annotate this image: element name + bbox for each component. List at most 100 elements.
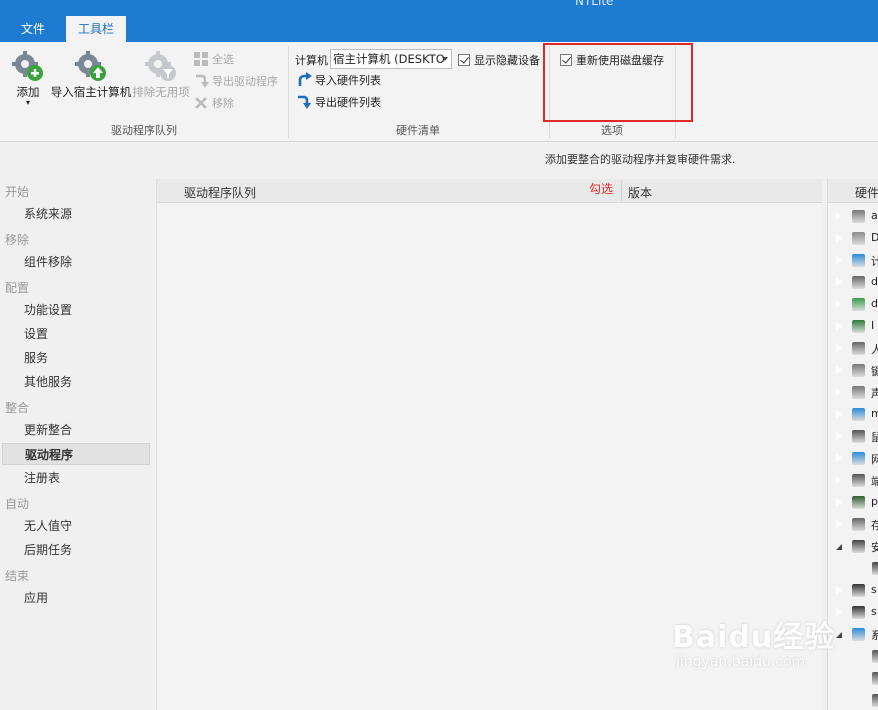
nav-item-component-removal[interactable]: 组件移除 bbox=[2, 251, 150, 273]
column-header-version[interactable]: 版本 bbox=[628, 184, 652, 201]
gear-add-icon bbox=[12, 51, 43, 81]
tab-toolbar[interactable]: 工具栏 bbox=[66, 16, 126, 42]
select-all-button[interactable]: 全选 bbox=[193, 51, 234, 67]
tree-row[interactable] bbox=[828, 646, 878, 668]
expand-arrow-icon[interactable] bbox=[835, 607, 842, 617]
hid-icon bbox=[852, 342, 865, 355]
tree-row-label: s bbox=[871, 605, 877, 618]
expand-arrow-icon[interactable] bbox=[835, 431, 842, 441]
tree-row-label: s bbox=[871, 583, 877, 596]
mouse-icon bbox=[852, 430, 865, 443]
expand-arrow-icon[interactable] bbox=[835, 387, 842, 397]
tree-row-label: d bbox=[871, 275, 878, 288]
software-device-icon bbox=[852, 606, 865, 619]
collapse-arrow-icon[interactable] bbox=[836, 632, 842, 638]
export-arrow-icon bbox=[196, 74, 209, 88]
tree-row[interactable]: 存 bbox=[828, 514, 878, 536]
expand-arrow-icon[interactable] bbox=[835, 299, 842, 309]
expand-arrow-icon[interactable] bbox=[835, 365, 842, 375]
import-host-button[interactable]: 导入宿主计算机 bbox=[50, 50, 132, 100]
tree-row-label: a bbox=[871, 209, 878, 222]
tree-row[interactable]: m bbox=[828, 404, 878, 426]
expand-arrow-icon[interactable] bbox=[835, 255, 842, 265]
nav-item-drivers[interactable]: 驱动程序 bbox=[2, 443, 150, 465]
group-title-options: 选项 bbox=[601, 124, 623, 137]
expand-arrow-icon[interactable] bbox=[835, 585, 842, 595]
expand-arrow-icon[interactable] bbox=[835, 475, 842, 485]
group-title-hardware-list: 硬件清单 bbox=[396, 124, 440, 137]
tree-row-label: 系 bbox=[871, 627, 878, 643]
tree-row-label: 键 bbox=[871, 363, 878, 379]
exclude-unused-button[interactable]: 排除无用项 bbox=[132, 50, 190, 100]
tree-row[interactable]: 鼠 bbox=[828, 426, 878, 448]
nav-item-apply[interactable]: 应用 bbox=[2, 587, 150, 609]
tree-row[interactable] bbox=[828, 668, 878, 690]
tree-row[interactable] bbox=[828, 690, 878, 710]
remove-button[interactable]: 移除 bbox=[193, 95, 234, 111]
expand-arrow-icon[interactable] bbox=[835, 497, 842, 507]
tree-row[interactable]: 端 bbox=[828, 470, 878, 492]
expand-arrow-icon[interactable] bbox=[835, 321, 842, 331]
tree-row[interactable]: 键 bbox=[828, 360, 878, 382]
tree-row[interactable]: d bbox=[828, 294, 878, 316]
expand-arrow-icon[interactable] bbox=[835, 277, 842, 287]
info-text: 添加要整合的驱动程序并复审硬件需求. bbox=[545, 153, 736, 166]
tree-row[interactable]: 人 bbox=[828, 338, 878, 360]
expand-arrow-icon[interactable] bbox=[835, 409, 842, 419]
nav-section-remove: 移除 bbox=[5, 233, 30, 247]
tree-row[interactable]: 声 bbox=[828, 382, 878, 404]
tree-row[interactable]: s bbox=[828, 580, 878, 602]
tree-row[interactable]: s bbox=[828, 602, 878, 624]
add-button[interactable]: 添加 ▾ bbox=[8, 50, 48, 107]
tree-row[interactable]: d bbox=[828, 272, 878, 294]
tree-header: 硬件 bbox=[828, 179, 878, 203]
nav-item-system-source[interactable]: 系统来源 bbox=[2, 203, 150, 225]
tree-row[interactable]: 网 bbox=[828, 448, 878, 470]
tree-row[interactable] bbox=[828, 558, 878, 580]
column-header-queue[interactable]: 驱动程序队列 bbox=[184, 184, 256, 201]
expand-arrow-icon[interactable] bbox=[835, 211, 842, 221]
tree-row[interactable]: 系 bbox=[828, 624, 878, 646]
monitor-icon bbox=[852, 254, 865, 267]
tree-row-label: 安 bbox=[871, 539, 878, 555]
tree-row[interactable]: 安 bbox=[828, 536, 878, 558]
audio-icon bbox=[852, 386, 865, 399]
nav-item-settings[interactable]: 设置 bbox=[2, 323, 150, 345]
monitor-icon bbox=[852, 408, 865, 421]
nav-item-unattended[interactable]: 无人值守 bbox=[2, 515, 150, 537]
tree-row[interactable]: 计 bbox=[828, 250, 878, 272]
chevron-down-icon: ▾ bbox=[25, 98, 30, 107]
expand-arrow-icon[interactable] bbox=[835, 519, 842, 529]
tab-file[interactable]: 文件 bbox=[12, 16, 54, 42]
show-hidden-checkbox[interactable]: 显示隐藏设备 bbox=[458, 52, 540, 68]
collapse-arrow-icon[interactable] bbox=[836, 544, 842, 550]
column-divider[interactable] bbox=[621, 181, 622, 201]
keyboard-icon bbox=[852, 364, 865, 377]
nav-item-features[interactable]: 功能设置 bbox=[2, 299, 150, 321]
import-hw-button[interactable]: 导入硬件列表 bbox=[296, 72, 381, 88]
nav-item-post-setup[interactable]: 后期任务 bbox=[2, 539, 150, 561]
tree-row[interactable]: a bbox=[828, 206, 878, 228]
export-drivers-button[interactable]: 导出驱动程序 bbox=[193, 73, 278, 89]
close-icon bbox=[195, 97, 207, 109]
tree-row[interactable]: I bbox=[828, 316, 878, 338]
tree-row[interactable]: p bbox=[828, 492, 878, 514]
drive-icon bbox=[852, 276, 865, 289]
checkbox-checked[interactable] bbox=[458, 54, 470, 66]
nav-item-updates[interactable]: 更新整合 bbox=[2, 419, 150, 441]
nav-item-registry[interactable]: 注册表 bbox=[2, 467, 150, 489]
tree-row[interactable]: D bbox=[828, 228, 878, 250]
export-hw-button[interactable]: 导出硬件列表 bbox=[296, 94, 381, 110]
tree-row-label: D bbox=[871, 231, 878, 244]
nav-section-automate: 自动 bbox=[5, 497, 30, 511]
expand-arrow-icon[interactable] bbox=[835, 343, 842, 353]
nav-item-services[interactable]: 服务 bbox=[2, 347, 150, 369]
expand-arrow-icon[interactable] bbox=[835, 233, 842, 243]
storage-icon bbox=[852, 518, 865, 531]
computer-select[interactable]: 宿主计算机 (DESKTO bbox=[330, 49, 452, 69]
system-folder-icon bbox=[852, 628, 865, 641]
nav-item-other-services[interactable]: 其他服务 bbox=[2, 371, 150, 393]
display-adapter-icon bbox=[852, 298, 865, 311]
expand-arrow-icon[interactable] bbox=[835, 453, 842, 463]
chevron-down-icon bbox=[442, 57, 448, 61]
